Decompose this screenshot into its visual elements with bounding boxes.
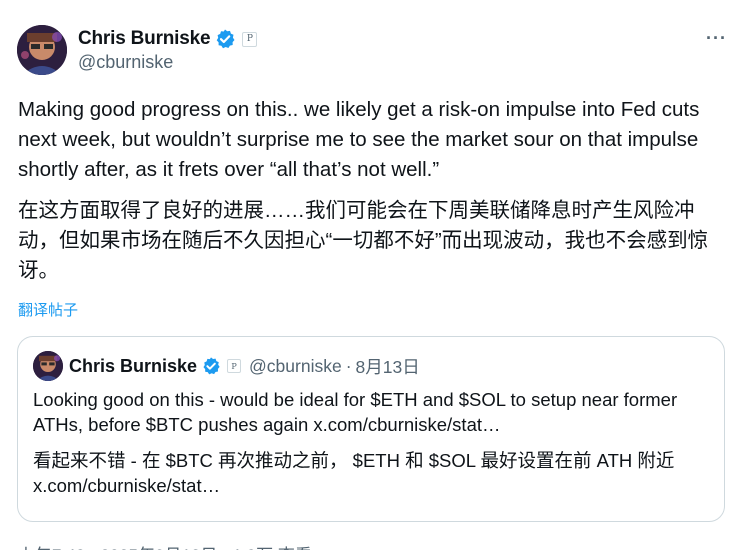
translate-post-link[interactable]: 翻译帖子	[18, 299, 78, 320]
more-options-icon[interactable]: ···	[706, 28, 727, 49]
author-name-row: Chris Burniske P	[78, 27, 258, 51]
author-avatar[interactable]	[17, 25, 67, 75]
tweet-card: Chris Burniske P @cburniske ··· Making g…	[0, 0, 749, 550]
tweet-text-translated: 在这方面取得了良好的进展……我们可能会在下周美联储降息时产生风险冲动，但如果市场…	[18, 199, 709, 282]
quoted-separator: ·	[345, 355, 352, 376]
tweet-timestamp[interactable]: 上午7:48 · 2025年9月12日 · 1.9万 查看	[18, 541, 312, 550]
quoted-author-handle: @cburniske	[249, 355, 342, 376]
quoted-tweet-card[interactable]: Chris Burniske P @cburniske · 8月13日 Look…	[17, 336, 725, 522]
quoted-author-avatar	[33, 351, 63, 381]
avatar-image	[17, 25, 67, 75]
quoted-tweet-header: Chris Burniske P @cburniske · 8月13日	[33, 351, 420, 381]
quoted-tweet-text-translated: 看起来不错 - 在 $BTC 再次推动之前， $ETH 和 $SOL 最好设置在…	[33, 450, 675, 496]
tweet-text-original: Making good progress on this.. we likely…	[18, 98, 700, 181]
verified-badge-icon[interactable]	[214, 28, 236, 50]
quoted-affiliate-badge-icon: P	[227, 359, 242, 373]
quoted-tweet-text-original: Looking good on this - would be ideal fo…	[33, 389, 678, 435]
quoted-verified-badge-icon	[201, 356, 221, 376]
quoted-avatar-image	[33, 351, 63, 381]
author-handle[interactable]: @cburniske	[78, 52, 173, 73]
quoted-author-name: Chris Burniske	[69, 355, 198, 376]
quoted-date: 8月13日	[355, 356, 420, 377]
author-display-name[interactable]: Chris Burniske	[78, 28, 211, 50]
affiliate-badge-icon[interactable]: P	[242, 31, 258, 47]
